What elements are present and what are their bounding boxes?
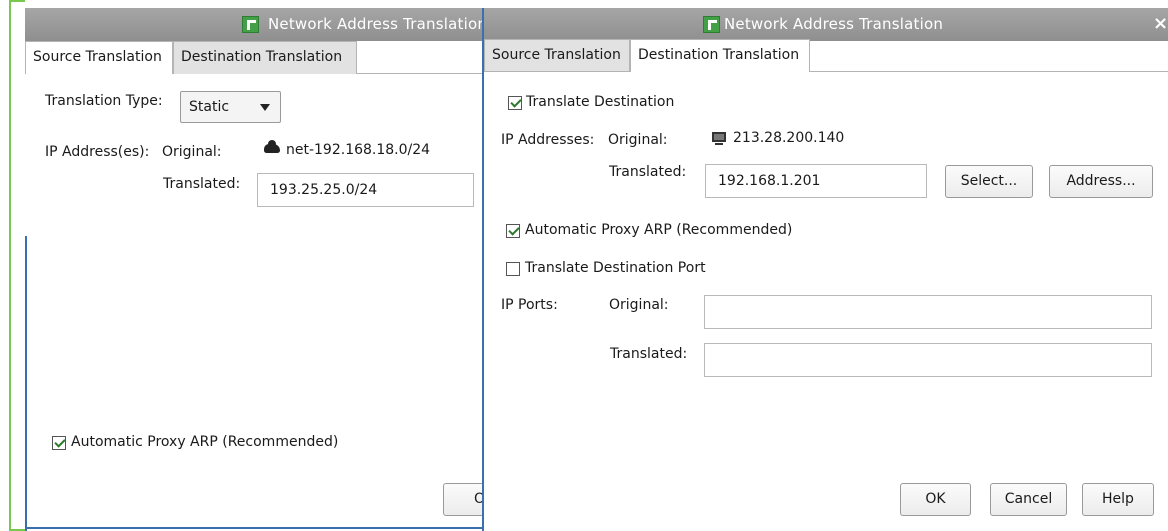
right-nat-dialog: Network Address Translation × Source Tra… bbox=[484, 8, 1168, 531]
tab-destination-translation[interactable]: Destination Translation bbox=[173, 41, 357, 74]
proxy-arp-checkbox[interactable] bbox=[52, 436, 66, 450]
port-original-label: Original: bbox=[609, 297, 669, 313]
help-button[interactable]: Help bbox=[1082, 483, 1154, 516]
port-original-input[interactable] bbox=[704, 295, 1152, 329]
app-logo-icon bbox=[242, 16, 259, 33]
translate-port-label: Translate Destination Port bbox=[525, 260, 706, 276]
translation-type-label: Translation Type: bbox=[45, 93, 163, 109]
left-dialog-title: Network Address Translation bbox=[268, 15, 488, 33]
translated-label: Translated: bbox=[163, 176, 241, 192]
network-cloud-icon bbox=[264, 140, 280, 153]
tab-strip-line-right bbox=[810, 71, 1168, 72]
translation-type-value: Static bbox=[189, 99, 230, 115]
left-nat-dialog: Network Address Translation Source Trans… bbox=[25, 8, 503, 531]
port-translated-input[interactable] bbox=[704, 343, 1152, 377]
ip-addresses-label: IP Addresses: bbox=[501, 132, 595, 148]
original-label: Original: bbox=[608, 132, 668, 148]
proxy-arp-checkbox[interactable] bbox=[506, 224, 520, 238]
left-dialog-bottom-edge bbox=[25, 527, 483, 529]
frame-left-border bbox=[9, 0, 11, 531]
select-button[interactable]: Select... bbox=[945, 165, 1033, 198]
translate-destination-label: Translate Destination bbox=[526, 94, 675, 110]
translated-ip-input[interactable]: 192.168.1.201 bbox=[705, 164, 927, 198]
original-network-value: net-192.168.18.0/24 bbox=[286, 142, 431, 158]
right-dialog-title: Network Address Translation bbox=[724, 15, 944, 33]
translate-port-checkbox[interactable] bbox=[506, 262, 520, 276]
translation-type-select[interactable]: Static bbox=[180, 91, 281, 123]
proxy-arp-label: Automatic Proxy ARP (Recommended) bbox=[525, 222, 793, 238]
right-titlebar[interactable]: Network Address Translation × bbox=[484, 8, 1168, 41]
translate-destination-checkbox[interactable] bbox=[508, 96, 522, 110]
left-dialog-edge bbox=[25, 236, 27, 531]
ok-button[interactable]: OK bbox=[900, 483, 971, 516]
translated-label: Translated: bbox=[609, 164, 687, 180]
chevron-down-icon bbox=[260, 104, 270, 111]
cancel-button[interactable]: Cancel bbox=[990, 483, 1067, 516]
original-host-value: 213.28.200.140 bbox=[733, 130, 845, 146]
port-translated-label: Translated: bbox=[610, 346, 688, 362]
close-icon[interactable]: × bbox=[1153, 13, 1168, 34]
host-monitor-icon bbox=[712, 132, 726, 145]
left-titlebar[interactable]: Network Address Translation bbox=[25, 8, 487, 41]
app-logo-icon bbox=[703, 16, 720, 33]
ip-ports-label: IP Ports: bbox=[501, 297, 558, 313]
address-button[interactable]: Address... bbox=[1049, 165, 1153, 198]
translated-ip-input[interactable]: 193.25.25.0/24 bbox=[257, 173, 474, 207]
tab-destination-translation[interactable]: Destination Translation bbox=[630, 39, 810, 72]
translation-type-label-text: Translation Type: bbox=[45, 93, 163, 109]
tab-source-translation[interactable]: Source Translation bbox=[484, 39, 630, 72]
ip-addresses-label: IP Address(es): bbox=[45, 144, 150, 160]
proxy-arp-label: Automatic Proxy ARP (Recommended) bbox=[71, 434, 339, 450]
tab-source-translation[interactable]: Source Translation bbox=[25, 41, 173, 74]
tab-strip-line-left bbox=[484, 71, 630, 72]
frame-top-border bbox=[9, 0, 25, 2]
original-label: Original: bbox=[162, 144, 222, 160]
tab-strip-line bbox=[357, 73, 483, 74]
